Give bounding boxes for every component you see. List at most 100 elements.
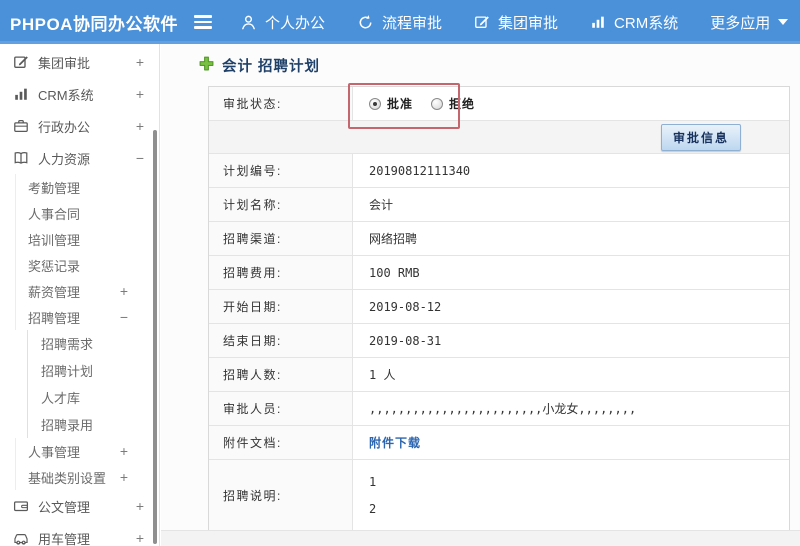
app-logo[interactable]: PHPOA协同办公软件 (0, 10, 192, 35)
sidebar-item-label: 行政办公 (38, 119, 91, 135)
folder-icon (13, 498, 29, 514)
radio-unselected-icon[interactable] (431, 97, 444, 110)
sidebar-item-label: 公文管理 (38, 499, 91, 515)
car-icon (13, 530, 29, 546)
detail-table: 审批状态: 批准 拒绝 审批信息 计划编号: 20190812111340 计划名称… (208, 86, 790, 532)
expand-icon[interactable]: + (136, 118, 144, 134)
sidebar-item-17[interactable]: 用车管理 + (0, 522, 159, 546)
radio-reject-label: 拒绝 (449, 97, 476, 111)
main-content: 会计 招聘计划 审批状态: 批准 拒绝 审批信息 计划编号: 2019081211… (161, 44, 800, 546)
nav-item-label: CRM系统 (614, 14, 679, 32)
sidebar-item-label: 招聘计划 (41, 364, 94, 379)
nav-item-label: 个人办公 (265, 14, 326, 32)
sidebar-item-13[interactable]: 招聘录用 (0, 411, 159, 438)
sidebar-item-4[interactable]: 考勤管理 (0, 174, 159, 200)
sidebar-item-12[interactable]: 人才库 (0, 384, 159, 411)
sidebar-item-7[interactable]: 奖惩记录 (0, 252, 159, 278)
sidebar-item-label: 用车管理 (38, 531, 91, 546)
field-value: 20190812111340 (369, 163, 471, 178)
field-row: 结束日期: 2019-08-31 (209, 324, 789, 358)
nav-item-2[interactable]: 集团审批 (474, 12, 558, 33)
field-value: 12 (353, 460, 789, 531)
sidebar-item-16[interactable]: 公文管理 + (0, 490, 159, 522)
expand-icon[interactable]: + (120, 283, 128, 299)
field-label: 招聘说明: (209, 460, 353, 531)
nav-item-0[interactable]: 个人办公 (240, 12, 325, 33)
approval-status-row: 审批状态: 批准 拒绝 (209, 87, 789, 121)
field-label: 招聘费用: (209, 256, 353, 289)
field-row: 招聘人数: 1 人 (209, 358, 789, 392)
sidebar-item-1[interactable]: CRM系统 + (0, 78, 159, 110)
radio-selected-icon[interactable] (369, 97, 381, 110)
sidebar-item-label: 人力资源 (38, 151, 91, 167)
sidebar-item-label: 人事合同 (28, 206, 81, 222)
sidebar-item-label: 人事管理 (28, 444, 81, 460)
sidebar: 集团审批 + CRM系统 + 行政办公 + 人力资源 − 考勤管理人事合同培训管理奖惩记录薪资管… (0, 44, 160, 546)
field-value: 网络招聘 (369, 232, 418, 246)
field-row: 招聘渠道: 网络招聘 (209, 222, 789, 256)
field-label: 结束日期: (209, 324, 353, 357)
sidebar-item-10[interactable]: 招聘需求 (0, 330, 159, 357)
field-value: ,,,,,,,,,,,,,,,,,,,,,,,,小龙女,,,,,,,, (369, 402, 637, 416)
nav-item-4[interactable]: 更多应用 (710, 12, 789, 33)
field-value: 2019-08-12 (369, 299, 442, 314)
attachment-download-link[interactable]: 附件下载 (369, 434, 421, 451)
sidebar-item-5[interactable]: 人事合同 (0, 200, 159, 226)
field-row: 计划编号: 20190812111340 (209, 154, 789, 188)
book-icon (13, 150, 29, 166)
sidebar-item-15[interactable]: 基础类别设置 + (0, 464, 159, 490)
collapse-icon[interactable]: − (136, 150, 144, 166)
sidebar-item-label: 奖惩记录 (28, 258, 81, 274)
cycle-icon (357, 14, 374, 31)
sidebar-item-label: 招聘管理 (28, 310, 81, 326)
expand-icon[interactable]: + (120, 443, 128, 459)
nav-item-1[interactable]: 流程审批 (357, 12, 442, 33)
page-title: 会计 招聘计划 (222, 59, 321, 75)
sidebar-item-8[interactable]: 薪资管理 + (0, 278, 159, 304)
sidebar-item-label: 培训管理 (28, 232, 81, 248)
approval-info-row: 审批信息 (209, 121, 789, 154)
sidebar-item-label: CRM系统 (38, 87, 94, 103)
nav-item-3[interactable]: CRM系统 (590, 12, 678, 33)
field-label: 审批状态: (209, 87, 353, 120)
radio-approve[interactable]: 批准 (369, 95, 413, 112)
field-value: 附件下载 (353, 426, 789, 459)
field-value-line: 1 (369, 475, 377, 489)
expand-icon[interactable]: + (136, 54, 144, 70)
chart-icon (13, 86, 29, 102)
expand-icon[interactable]: + (136, 530, 144, 546)
field-value: 2019-08-31 (369, 333, 442, 348)
add-icon (199, 56, 214, 76)
field-label: 招聘渠道: (209, 222, 353, 255)
hamburger-icon[interactable] (192, 8, 214, 36)
edit-icon (474, 14, 490, 30)
sidebar-item-3[interactable]: 人力资源 − (0, 142, 159, 174)
approval-info-button[interactable]: 审批信息 (660, 123, 741, 151)
approval-status-value: 批准 拒绝 (353, 87, 789, 120)
radio-reject[interactable]: 拒绝 (431, 95, 475, 112)
sidebar-item-14[interactable]: 人事管理 + (0, 438, 159, 464)
topbar: PHPOA协同办公软件 个人办公 流程审批 集团审批 CRM系统 更多应用 (0, 0, 800, 44)
sidebar-item-9[interactable]: 招聘管理 − (0, 304, 159, 330)
sidebar-item-label: 招聘需求 (41, 337, 94, 352)
sidebar-item-6[interactable]: 培训管理 (0, 226, 159, 252)
person-icon (240, 14, 257, 31)
sidebar-scrollbar[interactable] (153, 130, 157, 544)
field-value: 会计 (369, 198, 394, 212)
expand-icon[interactable]: + (120, 469, 128, 485)
expand-icon[interactable]: + (136, 86, 144, 102)
expand-icon[interactable]: + (136, 498, 144, 514)
sidebar-item-label: 薪资管理 (28, 284, 81, 300)
radio-approve-label: 批准 (387, 97, 414, 111)
nav-item-label: 更多应用 (710, 14, 771, 32)
field-row: 招聘说明: 1 2 (209, 460, 789, 531)
sidebar-item-2[interactable]: 行政办公 + (0, 110, 159, 142)
sidebar-item-label: 考勤管理 (28, 180, 81, 196)
collapse-icon[interactable]: − (120, 309, 128, 325)
field-label: 开始日期: (209, 290, 353, 323)
sidebar-item-0[interactable]: 集团审批 + (0, 46, 159, 78)
sidebar-item-11[interactable]: 招聘计划 (0, 357, 159, 384)
field-label: 计划名称: (209, 188, 353, 221)
caret-down-icon (778, 19, 789, 25)
field-row: 审批人员: ,,,,,,,,,,,,,,,,,,,,,,,,小龙女,,,,,,,, (209, 392, 789, 426)
